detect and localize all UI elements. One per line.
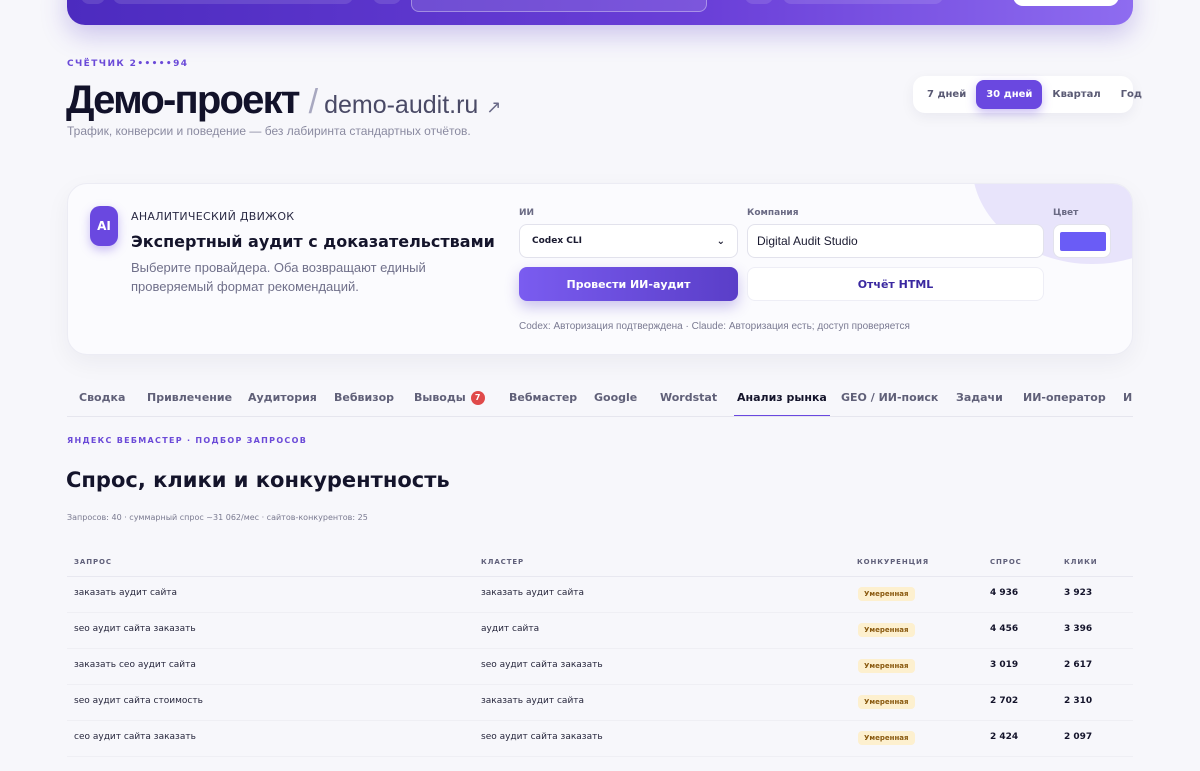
ai-engine-kicker: АНАЛИТИЧЕСКИЙ ДВИЖОК	[131, 210, 295, 223]
tab-google[interactable]: Google	[594, 391, 637, 404]
nav-settings-icon[interactable]	[745, 0, 773, 4]
tab-more[interactable]: И	[1123, 391, 1132, 404]
table-row[interactable]: seo аудит сайта стоимость заказать аудит…	[67, 685, 1133, 721]
period-year[interactable]: Год	[1111, 80, 1152, 109]
run-ai-audit-button[interactable]: Провести ИИ-аудит	[519, 267, 738, 301]
provider-label: ИИ	[519, 208, 535, 218]
tab-ai-operator[interactable]: ИИ-оператор	[1023, 391, 1106, 404]
tab-summary[interactable]: Сводка	[79, 391, 125, 404]
page-title: Демо-проект / demo-audit.ru ↗	[66, 78, 501, 123]
row-demand: 3 019	[990, 660, 1019, 670]
ai-badge-icon: AI	[90, 206, 118, 246]
period-7-days[interactable]: 7 дней	[917, 80, 976, 109]
table-row[interactable]: seo аудит сайта заказать аудит сайта Уме…	[67, 613, 1133, 649]
tab-market-analysis[interactable]: Анализ рынка	[734, 391, 830, 416]
project-name: Демо-проект	[66, 78, 300, 122]
section-meta: Запросов: 40 · суммарный спрос ~31 062/м…	[67, 513, 368, 522]
section-kicker: ЯНДЕКС ВЕБМАСТЕР · ПОДБОР ЗАПРОСОВ	[67, 436, 308, 445]
period-filter: 7 дней 30 дней Квартал Год	[913, 76, 1142, 113]
column-cluster[interactable]: КЛАСТЕР	[481, 558, 524, 566]
page-subtitle: Трафик, конверсии и поведение — без лаби…	[67, 124, 471, 138]
project-domain: demo-audit.ru	[324, 91, 479, 119]
row-demand: 2 702	[990, 696, 1019, 706]
tab-insights-label: Выводы	[414, 391, 466, 404]
competition-badge: Умеренная	[858, 659, 915, 673]
nav-counter-select[interactable]	[113, 0, 353, 4]
ai-engine-card: AI АНАЛИТИЧЕСКИЙ ДВИЖОК Экспертный аудит…	[67, 183, 1133, 355]
ai-engine-description: Выберите провайдера. Оба возвращают един…	[131, 260, 426, 294]
tab-webvisor[interactable]: Вебвизор	[334, 391, 394, 404]
color-swatch	[1060, 232, 1106, 251]
column-clicks[interactable]: КЛИКИ	[1064, 558, 1097, 566]
column-competition[interactable]: КОНКУРЕНЦИЯ	[857, 558, 929, 566]
row-query: сео аудит сайта заказать	[74, 732, 196, 742]
row-cluster: заказать аудит сайта	[481, 588, 585, 598]
tab-webmaster[interactable]: Вебмастер	[509, 391, 577, 404]
tab-tasks[interactable]: Задачи	[956, 391, 1003, 404]
color-picker[interactable]	[1053, 224, 1111, 258]
chevron-down-icon: ⌄	[716, 235, 725, 247]
table-header: ЗАПРОС КЛАСТЕР КОНКУРЕНЦИЯ СПРОС КЛИКИ	[67, 548, 1133, 577]
competition-badge: Умеренная	[858, 587, 915, 601]
tab-acquisition[interactable]: Привлечение	[147, 391, 232, 404]
provider-select[interactable]: Codex CLI ⌄	[519, 224, 738, 258]
table-row[interactable]: заказать сео аудит сайта seo аудит сайта…	[67, 649, 1133, 685]
row-cluster: seo аудит сайта заказать	[481, 732, 603, 742]
color-label: Цвет	[1053, 208, 1079, 218]
row-query: seo аудит сайта стоимость	[74, 696, 203, 706]
row-query: заказать аудит сайта	[74, 588, 178, 598]
competition-badge: Умеренная	[858, 623, 915, 637]
column-demand[interactable]: СПРОС	[990, 558, 1022, 566]
row-clicks: 2 097	[1064, 732, 1093, 742]
row-query: seo аудит сайта заказать	[74, 624, 196, 634]
row-clicks: 2 310	[1064, 696, 1093, 706]
nav-link[interactable]	[783, 0, 943, 4]
competition-badge: Умеренная	[858, 731, 915, 745]
project-select[interactable]	[411, 0, 707, 12]
row-clicks: 3 396	[1064, 624, 1093, 634]
row-demand: 4 936	[990, 588, 1019, 598]
nav-project-icon[interactable]	[373, 0, 401, 4]
tab-geo-ai-search[interactable]: GEO / ИИ-поиск	[841, 391, 938, 404]
company-label: Компания	[747, 208, 799, 218]
row-demand: 4 456	[990, 624, 1019, 634]
title-separator: /	[308, 83, 319, 121]
tab-audience[interactable]: Аудитория	[248, 391, 317, 404]
tab-wordstat[interactable]: Wordstat	[660, 391, 717, 404]
html-report-button[interactable]: Отчёт HTML	[747, 267, 1044, 301]
auth-status-text: Codex: Авторизация подтверждена · Claude…	[519, 321, 910, 332]
queries-table: ЗАПРОС КЛАСТЕР КОНКУРЕНЦИЯ СПРОС КЛИКИ з…	[67, 548, 1133, 771]
row-clicks: 3 923	[1064, 588, 1093, 598]
competition-badge: Умеренная	[858, 695, 915, 709]
insights-count-badge: 7	[470, 391, 485, 405]
row-demand: 2 424	[990, 732, 1019, 742]
row-cluster: seo аудит сайта заказать	[481, 660, 603, 670]
row-cluster: заказать аудит сайта	[481, 696, 585, 706]
table-row[interactable]: сео аудит сайта заказать seo аудит сайта…	[67, 721, 1133, 757]
counter-label: СЧЁТЧИК 2•••••94	[67, 59, 189, 69]
ai-engine-title: Экспертный аудит с доказательствами	[131, 232, 495, 251]
table-row[interactable]: заказать аудит сайта заказать аудит сайт…	[67, 577, 1133, 613]
external-link-icon[interactable]: ↗	[486, 97, 501, 118]
section-tabs: Сводка Привлечение Аудитория Вебвизор Вы…	[67, 380, 1133, 417]
top-navigation-bar	[67, 0, 1133, 25]
row-cluster: аудит сайта	[481, 624, 540, 634]
provider-value: Codex CLI	[532, 236, 582, 246]
row-query: заказать сео аудит сайта	[74, 660, 196, 670]
nav-action-button[interactable]	[1013, 0, 1119, 6]
row-clicks: 2 617	[1064, 660, 1093, 670]
period-30-days[interactable]: 30 дней	[976, 80, 1043, 109]
nav-icon[interactable]	[81, 0, 105, 4]
tab-insights[interactable]: Выводы 7	[414, 391, 485, 405]
section-title: Спрос, клики и конкурентность	[66, 468, 450, 492]
column-query[interactable]: ЗАПРОС	[74, 558, 112, 566]
company-input[interactable]: Digital Audit Studio	[747, 224, 1044, 258]
period-quarter[interactable]: Квартал	[1042, 80, 1110, 109]
table-row[interactable]	[67, 757, 1133, 771]
